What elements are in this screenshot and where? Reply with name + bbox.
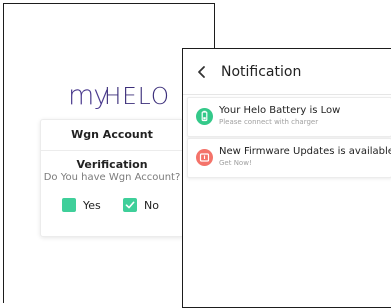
notification-firmware-subtitle: Get Now! [219, 159, 252, 167]
verification-title: Wgn Account Verification [41, 120, 183, 171]
no-checkbox[interactable] [123, 198, 137, 212]
verification-card: Wgn Account Verification Do You have Wgn… [40, 119, 184, 237]
logo-my-text: my [68, 80, 109, 111]
option-no[interactable]: No [123, 197, 159, 213]
no-label: No [144, 198, 159, 212]
yes-checkbox[interactable] [62, 198, 76, 212]
myhelo-logo: my HELO [68, 80, 170, 116]
logo-helo-text: HELO [104, 84, 170, 110]
back-arrow-icon[interactable] [195, 65, 209, 79]
option-yes[interactable]: Yes [62, 197, 101, 213]
notification-battery-subtitle: Please connect with charger [219, 118, 319, 126]
notification-firmware-title: New Firmware Updates is available [219, 146, 391, 157]
notification-battery-title: Your Helo Battery is Low [219, 105, 341, 116]
notification-title: Notification [221, 63, 302, 80]
verification-question: Do You have Wgn Account? [43, 172, 181, 183]
notification-item-battery[interactable]: Your Helo Battery is Low Please connect … [187, 97, 391, 137]
notification-screen: Notification Your Helo Battery is Low Pl… [182, 48, 391, 308]
yes-label: Yes [83, 198, 101, 212]
notification-item-firmware[interactable]: New Firmware Updates is available Get No… [187, 138, 391, 178]
battery-icon [196, 108, 213, 125]
checkmark-icon [125, 201, 135, 209]
notification-header: Notification [183, 49, 391, 95]
firmware-update-icon [196, 149, 213, 166]
